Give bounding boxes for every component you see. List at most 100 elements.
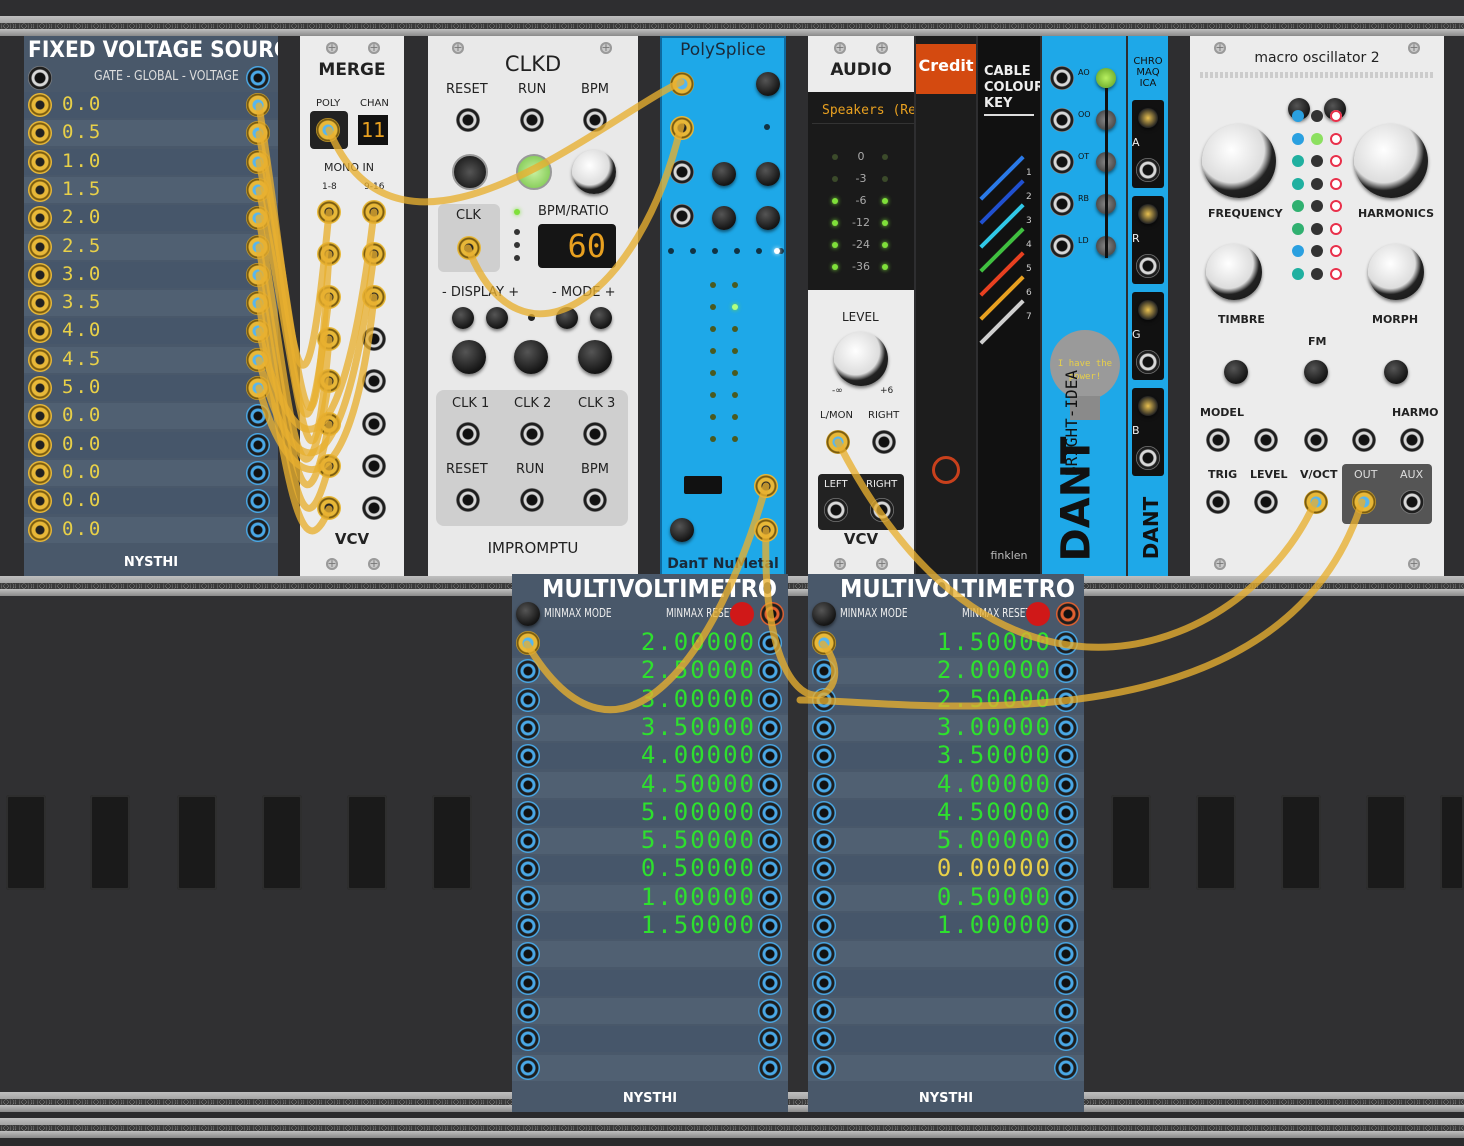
fvs-output-jack[interactable] (246, 517, 270, 542)
merge-input-1-8[interactable] (317, 453, 341, 478)
chromaqica-knob[interactable] (1138, 108, 1158, 128)
merge-poly-output[interactable] (316, 118, 340, 142)
macro-trig-input[interactable] (1206, 490, 1230, 514)
polysplice-knob[interactable] (712, 206, 736, 230)
macro-model-input[interactable] (1206, 428, 1230, 452)
macro-morph-input[interactable] (1352, 428, 1376, 452)
mv-input-jack[interactable] (812, 1027, 836, 1052)
dant-input-jack[interactable] (1050, 108, 1074, 132)
merge-input-9-16[interactable] (362, 411, 386, 436)
merge-input-1-8[interactable] (317, 411, 341, 436)
clkd-run-input[interactable] (520, 108, 544, 132)
polysplice-output-1[interactable] (754, 474, 778, 498)
fvs-gate-jack[interactable] (28, 262, 52, 287)
chromaqica-input[interactable] (1136, 446, 1160, 470)
mv-output-jack[interactable] (1054, 800, 1078, 825)
fvs-gate-jack[interactable] (28, 460, 52, 485)
fvs-gate-jack[interactable] (28, 291, 52, 316)
mv-output-jack[interactable] (758, 744, 782, 769)
fvs-output-jack[interactable] (246, 489, 270, 514)
mv-input-jack[interactable] (812, 998, 836, 1023)
fvs-gate-jack[interactable] (28, 319, 52, 344)
audio-level-knob[interactable] (834, 332, 888, 386)
mv-output-jack[interactable] (758, 800, 782, 825)
macro-fm-input[interactable] (1304, 428, 1328, 452)
merge-input-9-16[interactable] (362, 284, 386, 309)
mv-output-jack[interactable] (758, 1055, 782, 1080)
mv-output-jack[interactable] (758, 687, 782, 712)
chromaqica-knob[interactable] (1138, 204, 1158, 224)
merge-input-1-8[interactable] (317, 326, 341, 351)
fvs-gate-input[interactable] (28, 66, 52, 90)
clkd-run-button[interactable] (516, 154, 552, 190)
polysplice-output-2[interactable] (754, 518, 778, 542)
macro-morph-attenuverter[interactable] (1384, 360, 1408, 384)
mv-input-jack[interactable] (812, 800, 836, 825)
mv-output-jack[interactable] (1054, 942, 1078, 967)
macro-fm-attenuverter[interactable] (1304, 360, 1328, 384)
clkd-reset-output[interactable] (456, 488, 480, 512)
clkd-mode-minus-button[interactable] (556, 307, 578, 329)
fvs-output-jack[interactable] (246, 121, 270, 146)
fvs-global-output[interactable] (246, 66, 270, 90)
merge-input-1-8[interactable] (317, 200, 341, 224)
mv-input-jack[interactable] (516, 857, 540, 882)
mv-output-jack[interactable] (1054, 1027, 1078, 1052)
mv-input-jack[interactable] (812, 1055, 836, 1080)
clkd-clk3-output[interactable] (583, 422, 607, 446)
fvs-output-jack[interactable] (246, 432, 270, 457)
mv-output-jack[interactable] (1054, 1055, 1078, 1080)
mv1-minmax-mode-button[interactable] (516, 602, 540, 626)
mv-input-jack[interactable] (516, 744, 540, 769)
chromaqica-knob[interactable] (1138, 300, 1158, 320)
mv-input-jack[interactable] (812, 914, 836, 938)
fvs-output-jack[interactable] (246, 234, 270, 259)
fvs-gate-jack[interactable] (28, 206, 52, 231)
fvs-gate-jack[interactable] (28, 149, 52, 174)
macro-level-input[interactable] (1254, 490, 1278, 514)
merge-input-1-8[interactable] (317, 284, 341, 309)
merge-input-1-8[interactable] (317, 242, 341, 267)
mv-output-jack[interactable] (758, 885, 782, 910)
polysplice-knob[interactable] (756, 72, 780, 96)
mv-output-jack[interactable] (1054, 829, 1078, 854)
fvs-output-jack[interactable] (246, 177, 270, 202)
audio-left-output[interactable] (824, 498, 848, 522)
mv-output-jack[interactable] (758, 772, 782, 797)
dant-input-jack[interactable] (1050, 66, 1074, 90)
clkd-display-minus-button[interactable] (452, 307, 474, 329)
mv-input-jack[interactable] (812, 942, 836, 967)
macro-timbre-knob[interactable] (1206, 244, 1262, 300)
chromaqica-knob[interactable] (1138, 396, 1158, 416)
fvs-output-jack[interactable] (246, 460, 270, 485)
merge-input-1-8[interactable] (317, 369, 341, 394)
fvs-gate-jack[interactable] (28, 234, 52, 259)
macro-out-output[interactable] (1352, 490, 1376, 514)
polysplice-input-4[interactable] (670, 204, 694, 228)
macro-timbre-input[interactable] (1254, 428, 1278, 452)
mv1-reset-input[interactable] (760, 602, 784, 626)
mv-input-jack[interactable] (516, 942, 540, 967)
fvs-output-jack[interactable] (246, 376, 270, 400)
mv-input-jack[interactable] (812, 772, 836, 797)
fvs-output-jack[interactable] (246, 319, 270, 344)
mv-output-jack[interactable] (1054, 631, 1078, 655)
mv-input-jack[interactable] (516, 631, 540, 655)
mv-input-jack[interactable] (812, 970, 836, 995)
fvs-output-jack[interactable] (246, 404, 270, 429)
merge-input-9-16[interactable] (362, 369, 386, 394)
dant-input-jack[interactable] (1050, 150, 1074, 174)
fvs-output-jack[interactable] (246, 93, 270, 117)
audio-device[interactable]: Speakers (Re (812, 98, 914, 124)
mv-output-jack[interactable] (1054, 744, 1078, 769)
mv-output-jack[interactable] (1054, 885, 1078, 910)
mv-output-jack[interactable] (758, 970, 782, 995)
mv-input-jack[interactable] (812, 715, 836, 740)
polysplice-knob[interactable] (712, 162, 736, 186)
mv-input-jack[interactable] (516, 715, 540, 740)
clkd-reset-button[interactable] (452, 154, 488, 190)
clkd-reset-input[interactable] (456, 108, 480, 132)
clkd-ratio-knob-2[interactable] (514, 340, 548, 374)
mv-input-jack[interactable] (516, 659, 540, 684)
mv-output-jack[interactable] (1054, 914, 1078, 938)
